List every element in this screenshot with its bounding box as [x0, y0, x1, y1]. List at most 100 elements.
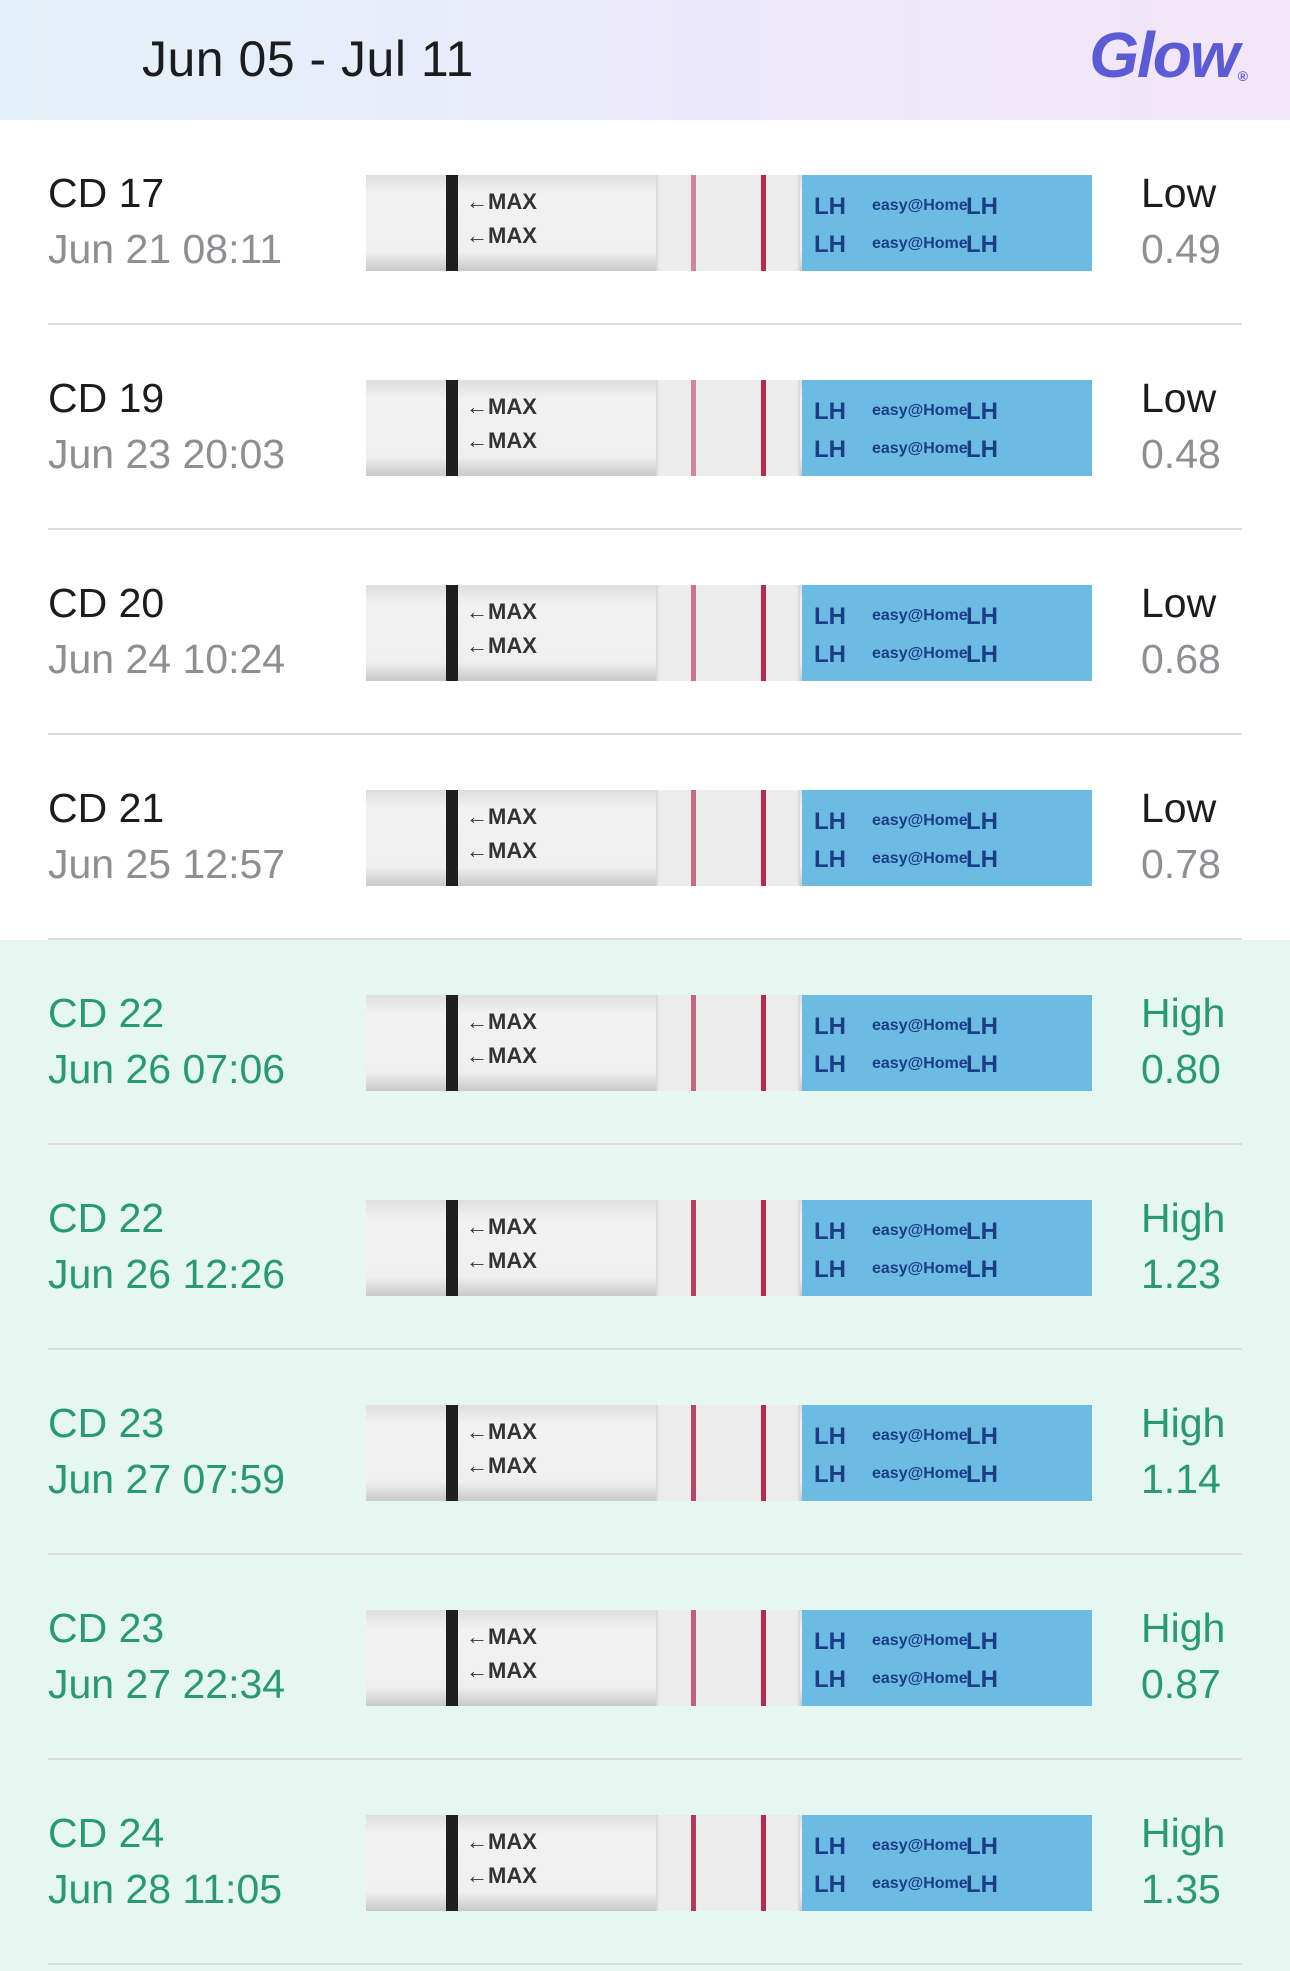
test-row[interactable]: CD 17 Jun 21 08:11 Low 0.49 ←MAX ←MAX LH easy@H…	[0, 120, 1290, 325]
strip-max-label: ←MAX	[466, 223, 537, 248]
easyhome-mark: easy@Home	[872, 1875, 968, 1892]
lh-mark: LH	[814, 1461, 846, 1488]
strip-result-window	[656, 1405, 800, 1501]
easyhome-mark: easy@Home	[872, 1837, 968, 1854]
cycle-day-label: CD 24	[48, 1810, 165, 1856]
lh-mark: LH	[966, 193, 998, 220]
lh-ratio-value: 0.68	[1141, 636, 1221, 682]
test-row[interactable]: CD 19 Jun 23 20:03 Low 0.48 ←MAX ←MAX LH easy@H…	[0, 325, 1290, 530]
easyhome-mark: easy@Home	[872, 1260, 968, 1277]
strip-handle-mark	[446, 790, 458, 886]
test-datetime: Jun 24 10:24	[48, 636, 286, 682]
easyhome-mark: easy@Home	[872, 1427, 968, 1444]
strip-brand-label: LH easy@Home LH LH easy@Home LH	[802, 585, 1092, 681]
strip-result-window	[656, 380, 800, 476]
lh-mark: LH	[814, 1256, 846, 1283]
easyhome-mark: easy@Home	[872, 607, 968, 624]
strip-result-window	[656, 1610, 800, 1706]
test-line	[691, 1200, 696, 1296]
date-range-title[interactable]: Jun 05 - Jul 11	[142, 30, 474, 88]
lh-test-strip-image[interactable]: ←MAX ←MAX LH easy@Home LH LH easy@Home LH	[366, 995, 1092, 1091]
easyhome-mark: easy@Home	[872, 812, 968, 829]
strip-handle-mark	[446, 1405, 458, 1501]
strip-result-window	[656, 175, 800, 271]
lh-ratio-value: 0.80	[1141, 1046, 1221, 1092]
control-line	[761, 1610, 766, 1706]
test-row[interactable]: CD 24 Jun 28 11:05 High 1.35 ←MAX ←MAX LH easy@…	[0, 1760, 1290, 1965]
test-row[interactable]: CD 22 Jun 26 07:06 High 0.80 ←MAX ←MAX LH easy@…	[0, 940, 1290, 1145]
control-line	[761, 995, 766, 1091]
lh-test-strip-image[interactable]: ←MAX ←MAX LH easy@Home LH LH easy@Home LH	[366, 1405, 1092, 1501]
strip-max-label: ←MAX	[466, 599, 537, 624]
lh-mark: LH	[814, 1218, 846, 1245]
strip-max-label: ←MAX	[466, 189, 537, 214]
test-line	[691, 790, 696, 886]
lh-test-strip-image[interactable]: ←MAX ←MAX LH easy@Home LH LH easy@Home LH	[366, 790, 1092, 886]
strip-brand-label: LH easy@Home LH LH easy@Home LH	[802, 1815, 1092, 1911]
strip-max-label: ←MAX	[466, 1248, 537, 1273]
header-bar: Jun 05 - Jul 11 Glow®	[0, 0, 1290, 120]
cycle-day-label: CD 19	[48, 375, 165, 421]
lh-mark: LH	[814, 1628, 846, 1655]
strip-max-label: ←MAX	[466, 1009, 537, 1034]
control-line	[761, 585, 766, 681]
test-row[interactable]: CD 23 Jun 27 07:59 High 1.14 ←MAX ←MAX LH easy@…	[0, 1350, 1290, 1555]
test-row[interactable]: CD 23 Jun 27 22:34 High 0.87 ←MAX ←MAX LH easy@…	[0, 1555, 1290, 1760]
easyhome-mark: easy@Home	[872, 645, 968, 662]
control-line	[761, 1405, 766, 1501]
lh-test-strip-image[interactable]: ←MAX ←MAX LH easy@Home LH LH easy@Home LH	[366, 1815, 1092, 1911]
lh-mark: LH	[966, 1666, 998, 1693]
lh-mark: LH	[814, 231, 846, 258]
lh-test-strip-image[interactable]: ←MAX ←MAX LH easy@Home LH LH easy@Home LH	[366, 1200, 1092, 1296]
strip-brand-label: LH easy@Home LH LH easy@Home LH	[802, 1610, 1092, 1706]
strip-max-label: ←MAX	[466, 1863, 537, 1888]
test-datetime: Jun 28 11:05	[48, 1866, 283, 1912]
lh-ratio-value: 1.23	[1141, 1251, 1221, 1297]
easyhome-mark: easy@Home	[872, 1465, 968, 1482]
lh-mark: LH	[814, 641, 846, 668]
lh-mark: LH	[966, 1218, 998, 1245]
strip-brand-label: LH easy@Home LH LH easy@Home LH	[802, 1405, 1092, 1501]
strip-result-window	[656, 585, 800, 681]
strip-handle-mark	[446, 995, 458, 1091]
cycle-day-label: CD 20	[48, 580, 165, 626]
cycle-day-label: CD 21	[48, 785, 165, 831]
control-line	[761, 1815, 766, 1911]
lh-ratio-value: 0.49	[1141, 226, 1221, 272]
control-line	[761, 790, 766, 886]
test-line	[691, 1610, 696, 1706]
lh-test-strip-image[interactable]: ←MAX ←MAX LH easy@Home LH LH easy@Home LH	[366, 1610, 1092, 1706]
easyhome-mark: easy@Home	[872, 1222, 968, 1239]
easyhome-mark: easy@Home	[872, 440, 968, 457]
test-datetime: Jun 27 22:34	[48, 1661, 286, 1707]
lh-mark: LH	[966, 436, 998, 463]
lh-mark: LH	[966, 641, 998, 668]
lh-mark: LH	[966, 1628, 998, 1655]
test-datetime: Jun 26 07:06	[48, 1046, 286, 1092]
easyhome-mark: easy@Home	[872, 1632, 968, 1649]
lh-test-strip-image[interactable]: ←MAX ←MAX LH easy@Home LH LH easy@Home LH	[366, 175, 1092, 271]
test-row[interactable]: CD 21 Jun 25 12:57 Low 0.78 ←MAX ←MAX LH easy@H…	[0, 735, 1290, 940]
glow-logo: Glow®	[1089, 18, 1248, 92]
row-divider	[48, 1963, 1242, 1965]
lh-test-strip-image[interactable]: ←MAX ←MAX LH easy@Home LH LH easy@Home LH	[366, 585, 1092, 681]
easyhome-mark: easy@Home	[872, 850, 968, 867]
cycle-day-label: CD 22	[48, 1195, 165, 1241]
test-line	[691, 995, 696, 1091]
lh-mark: LH	[814, 1833, 846, 1860]
test-row[interactable]: CD 22 Jun 26 12:26 High 1.23 ←MAX ←MAX LH easy@…	[0, 1145, 1290, 1350]
lh-mark: LH	[814, 1013, 846, 1040]
test-line	[691, 1405, 696, 1501]
test-row[interactable]: CD 20 Jun 24 10:24 Low 0.68 ←MAX ←MAX LH easy@H…	[0, 530, 1290, 735]
cycle-day-label: CD 17	[48, 170, 165, 216]
strip-handle-mark	[446, 175, 458, 271]
easyhome-mark: easy@Home	[872, 235, 968, 252]
lh-mark: LH	[814, 193, 846, 220]
test-datetime: Jun 26 12:26	[48, 1251, 286, 1297]
lh-ratio-value: 0.48	[1141, 431, 1221, 477]
strip-brand-label: LH easy@Home LH LH easy@Home LH	[802, 175, 1092, 271]
test-line	[691, 1815, 696, 1911]
strip-brand-label: LH easy@Home LH LH easy@Home LH	[802, 995, 1092, 1091]
strip-max-label: ←MAX	[466, 1453, 537, 1478]
lh-test-strip-image[interactable]: ←MAX ←MAX LH easy@Home LH LH easy@Home LH	[366, 380, 1092, 476]
